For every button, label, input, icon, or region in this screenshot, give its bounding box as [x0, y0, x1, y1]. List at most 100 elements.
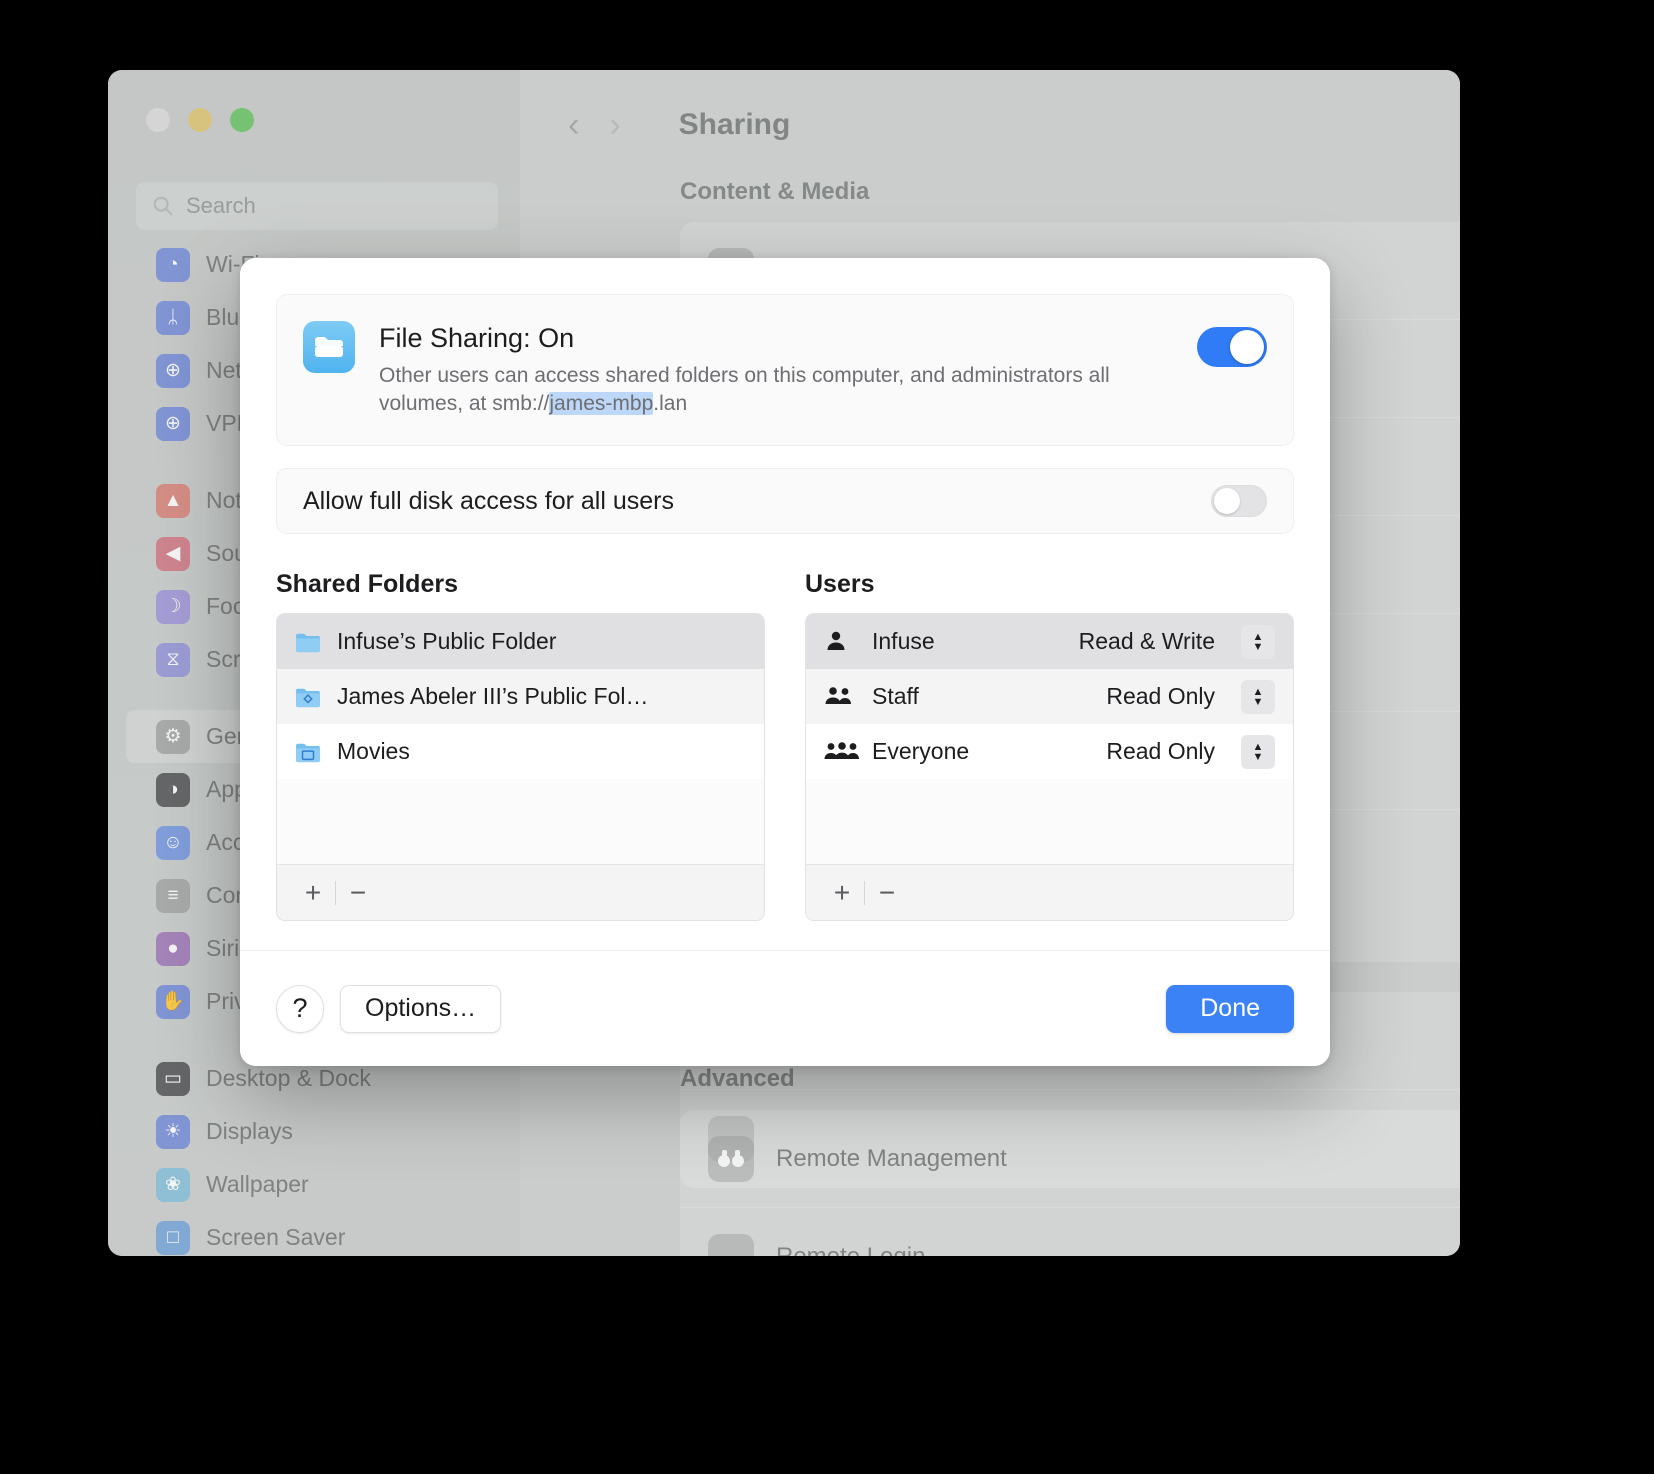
dock-icon: ▭ — [156, 1061, 190, 1096]
hourglass-icon: ⧖ — [156, 642, 190, 677]
file-sharing-description: Other users can access shared folders on… — [379, 362, 1169, 417]
shared-folder-row[interactable]: Infuse’s Public Folder — [277, 614, 764, 670]
done-button[interactable]: Done — [1166, 984, 1294, 1033]
shared-folders-pane: Shared Folders Infuse’s Public Folder Jam… — [276, 570, 765, 922]
dialog-body: File Sharing: On Other users can access … — [240, 258, 1330, 922]
hand-icon: ✋ — [156, 984, 190, 1019]
desc-before: Other users can access shared folders on… — [379, 364, 1110, 415]
advanced-card: Remote Management i Remote Login i — [680, 1110, 1460, 1256]
add-folder-button[interactable]: + — [291, 873, 335, 913]
moon-icon: ☽ — [156, 589, 190, 624]
shared-folders-title: Shared Folders — [276, 570, 458, 599]
folder-icon — [303, 321, 355, 373]
section-heading-content-media: Content & Media — [680, 178, 870, 205]
full-disk-access-label: Allow full disk access for all users — [303, 486, 674, 515]
sidebar-item-label: Screen Saver — [206, 1224, 346, 1250]
user-permission: Read & Write — [1078, 628, 1215, 655]
remove-folder-button[interactable]: − — [336, 873, 380, 913]
user-name: Everyone — [872, 738, 970, 765]
flower-icon: ❀ — [156, 1167, 190, 1202]
shared-folder-row[interactable]: James Abeler III’s Public Fol… — [277, 669, 764, 725]
screen: Search ◔Wi-FiᛦBluetooth⊕Network⊕VPN▲Noti… — [0, 0, 1654, 1474]
file-sharing-card: File Sharing: On Other users can access … — [276, 294, 1294, 447]
screensaver-icon: □ — [156, 1220, 190, 1255]
folder-movies-icon — [295, 741, 321, 763]
maximize-button[interactable] — [230, 108, 254, 132]
user-permission: Read Only — [1106, 683, 1215, 710]
nav-controls[interactable]: ‹ › Sharing — [568, 108, 790, 142]
sliders-icon: ≡ — [156, 878, 190, 913]
user-permission: Read Only — [1106, 738, 1215, 765]
user-row[interactable]: Staff Read Only ▲ ▼ — [806, 669, 1293, 725]
users-list: Infuse Read & Write ▲ ▼ Staff Read Only ▲ ▼ Ever… — [805, 613, 1294, 922]
user-row[interactable]: Infuse Read & Write ▲ ▼ — [806, 614, 1293, 670]
permission-stepper-icon[interactable]: ▲ ▼ — [1241, 624, 1275, 659]
file-sharing-title: File Sharing: On — [379, 323, 575, 353]
sidebar-item-screen-saver[interactable]: □ Screen Saver — [126, 1211, 502, 1256]
shared-folders-toolbar: + − — [277, 864, 764, 921]
file-sharing-texts: File Sharing: On Other users can access … — [379, 321, 1173, 417]
permission-stepper-icon[interactable]: ▲ ▼ — [1241, 734, 1275, 769]
search-input[interactable]: Search — [136, 182, 498, 230]
forward-button[interactable]: › — [609, 108, 620, 142]
vpn-globe-icon: ⊕ — [156, 406, 190, 441]
sidebar-item-label: Wallpaper — [206, 1171, 309, 1197]
brightness-icon: ☀ — [156, 1114, 190, 1149]
gear-icon: ⚙ — [156, 719, 190, 754]
users-title: Users — [805, 570, 875, 599]
row-label: Remote Management — [776, 1144, 1007, 1172]
row-label: Remote Login — [776, 1243, 1460, 1256]
hostname-highlight: james-mbp — [549, 391, 654, 415]
file-sharing-dialog: File Sharing: On Other users can access … — [240, 258, 1330, 1066]
table-row-remote-management[interactable]: Remote Management i — [680, 1110, 1460, 1208]
window-controls[interactable] — [146, 108, 254, 132]
file-sharing-toggle[interactable] — [1197, 327, 1267, 367]
speaker-icon: ◀ — [156, 536, 190, 571]
full-disk-access-toggle[interactable] — [1211, 485, 1267, 518]
minimize-button[interactable] — [188, 108, 212, 132]
user-row[interactable]: Everyone Read Only ▲ ▼ — [806, 724, 1293, 780]
terminal-icon — [708, 1234, 754, 1256]
users-toolbar: + − — [806, 864, 1293, 921]
table-row-remote-login[interactable]: Remote Login i — [680, 1208, 1460, 1256]
bluetooth-icon: ᛦ — [156, 300, 190, 335]
page-title: Sharing — [678, 108, 791, 141]
help-button[interactable]: ? — [276, 984, 324, 1033]
options-button[interactable]: Options… — [340, 984, 502, 1033]
add-user-button[interactable]: + — [820, 873, 864, 913]
sidebar-item-label: Desktop & Dock — [206, 1065, 371, 1091]
shared-folder-row[interactable]: Movies — [277, 724, 764, 780]
binoculars-icon — [708, 1135, 754, 1182]
users-pane: Users Infuse Read & Write ▲ ▼ Staff Read Only… — [805, 570, 1294, 922]
person-icon — [824, 629, 856, 655]
globe-icon: ⊕ — [156, 353, 190, 388]
accessibility-icon: ☺ — [156, 825, 190, 860]
desc-after: .lan — [653, 391, 688, 415]
bell-icon: ▲ — [156, 483, 190, 518]
user-name: Staff — [872, 683, 919, 710]
siri-icon: ● — [156, 931, 190, 966]
full-disk-access-card: Allow full disk access for all users — [276, 468, 1294, 535]
three-people-icon — [824, 739, 859, 765]
two-people-icon — [824, 684, 856, 710]
sidebar-item-label: Displays — [206, 1118, 293, 1144]
folder-public-icon — [295, 686, 321, 708]
folder-icon — [295, 631, 321, 653]
shared-folder-name: Movies — [337, 738, 410, 765]
users-scroll: Infuse Read & Write ▲ ▼ Staff Read Only ▲ ▼ Ever… — [806, 614, 1293, 864]
contrast-icon: ◑ — [156, 772, 190, 807]
sidebar-item-displays[interactable]: ☀ Displays — [126, 1105, 502, 1158]
section-heading-advanced: Advanced — [680, 1065, 795, 1092]
lists-container: Shared Folders Infuse’s Public Folder Jam… — [276, 570, 1294, 922]
sidebar-item-wallpaper[interactable]: ❀ Wallpaper — [126, 1158, 502, 1211]
remove-user-button[interactable]: − — [865, 873, 909, 913]
search-icon — [153, 196, 173, 216]
close-button[interactable] — [146, 108, 170, 132]
user-name: Infuse — [872, 628, 935, 655]
shared-folders-list: Infuse’s Public Folder James Abeler III’s… — [276, 613, 765, 922]
back-button[interactable]: ‹ — [568, 108, 579, 142]
permission-stepper-icon[interactable]: ▲ ▼ — [1241, 679, 1275, 714]
shared-folder-name: Infuse’s Public Folder — [337, 628, 557, 655]
dialog-footer: ? Options… Done — [240, 950, 1330, 1066]
shared-folders-scroll: Infuse’s Public Folder James Abeler III’s… — [277, 614, 764, 864]
